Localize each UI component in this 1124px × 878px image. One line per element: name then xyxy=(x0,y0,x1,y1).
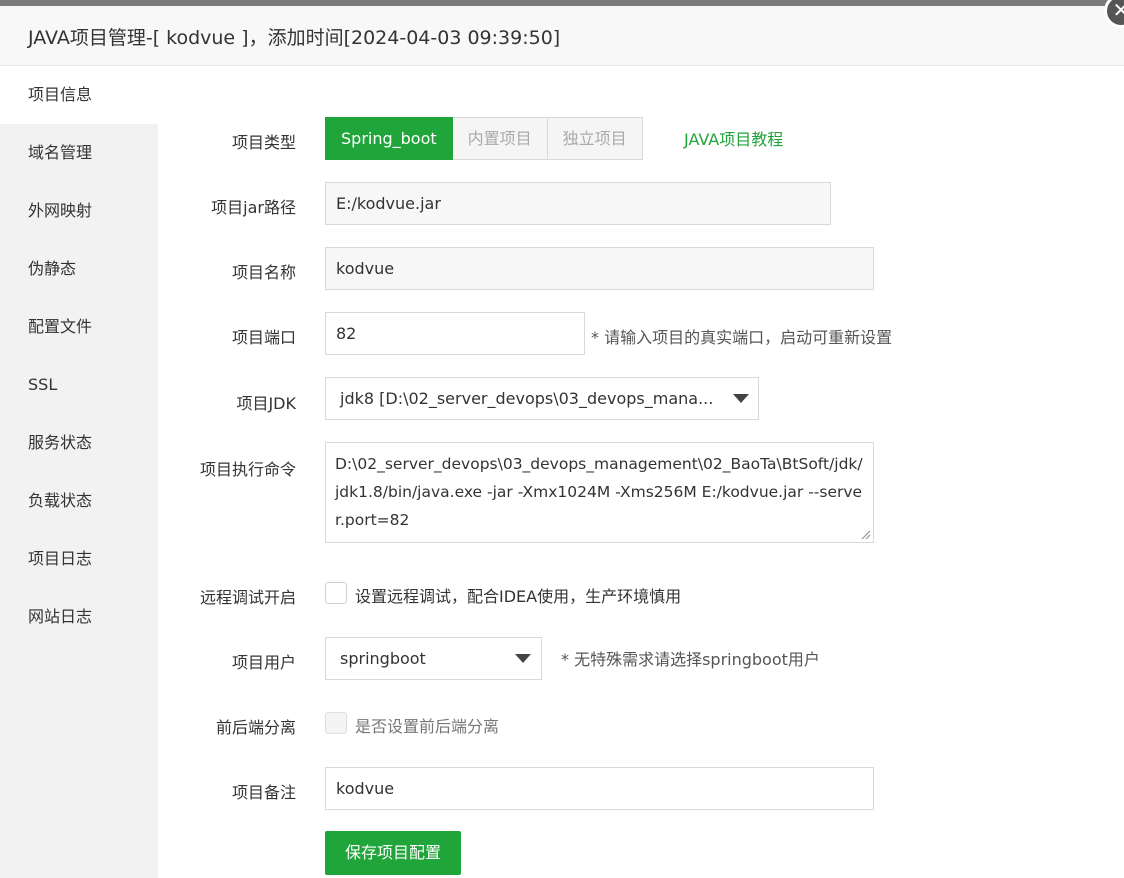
user-select[interactable]: springboot xyxy=(325,637,542,680)
sidebar-item-external-mapping[interactable]: 外网映射 xyxy=(0,182,158,240)
project-type-group: Spring_boot 内置项目 独立项目 xyxy=(325,117,643,160)
sidebar-item-project-log[interactable]: 项目日志 xyxy=(0,530,158,588)
project-name-label: 项目名称 xyxy=(231,263,296,282)
resize-handle-icon[interactable] xyxy=(861,530,871,540)
exec-command-text: D:\02_server_devops\03_devops_management… xyxy=(335,455,863,529)
window-title: JAVA项目管理-[ kodvue ]，添加时间[2024-04-03 09:3… xyxy=(28,27,561,49)
java-tutorial-link[interactable]: JAVA项目教程 xyxy=(684,126,783,150)
sidebar-item-load-status[interactable]: 负载状态 xyxy=(0,472,158,530)
sidebar-item-domain[interactable]: 域名管理 xyxy=(0,124,158,182)
project-remark-label: 项目备注 xyxy=(231,783,296,802)
exec-command-label: 项目执行命令 xyxy=(199,460,296,479)
jar-path-input[interactable]: E:/kodvue.jar xyxy=(325,182,831,225)
project-type-label: 项目类型 xyxy=(231,133,296,152)
sidebar-item-site-log[interactable]: 网站日志 xyxy=(0,588,158,646)
sidebar-nav: 项目信息 域名管理 外网映射 伪静态 配置文件 SSL 服务状态 负载状态 项目… xyxy=(0,66,158,878)
jar-path-label: 项目jar路径 xyxy=(211,198,296,217)
chevron-down-icon xyxy=(733,394,749,403)
sidebar-item-ssl[interactable]: SSL xyxy=(0,356,158,414)
port-hint: * 请输入项目的真实端口，启动可重新设置 xyxy=(591,328,893,347)
separate-label: 前后端分离 xyxy=(215,718,296,737)
remote-debug-text: 设置远程调试，配合IDEA使用，生产环境慎用 xyxy=(355,587,682,606)
separate-text: 是否设置前后端分离 xyxy=(355,717,500,736)
exec-command-textarea[interactable]: D:\02_server_devops\03_devops_management… xyxy=(325,442,874,543)
sidebar-item-rewrite[interactable]: 伪静态 xyxy=(0,240,158,298)
separate-checkbox[interactable] xyxy=(325,712,347,734)
sidebar-item-config-file[interactable]: 配置文件 xyxy=(0,298,158,356)
remote-debug-checkbox[interactable] xyxy=(325,582,347,604)
chevron-down-icon xyxy=(515,654,531,663)
project-remark-input[interactable]: kodvue xyxy=(325,767,874,810)
type-builtin-button[interactable]: 内置项目 xyxy=(452,117,548,160)
project-jdk-label: 项目JDK xyxy=(236,394,296,413)
type-standalone-button[interactable]: 独立项目 xyxy=(547,117,643,160)
project-port-input[interactable]: 82 xyxy=(325,312,585,355)
jdk-select[interactable]: jdk8 [D:\02_server_devops\03_devops_mana… xyxy=(325,377,759,420)
sidebar-item-project-info[interactable]: 项目信息 xyxy=(0,66,158,124)
jdk-select-value: jdk8 [D:\02_server_devops\03_devops_mana… xyxy=(340,389,714,408)
user-hint: * 无特殊需求请选择springboot用户 xyxy=(561,650,820,669)
sidebar-item-service-status[interactable]: 服务状态 xyxy=(0,414,158,472)
save-config-button[interactable]: 保存项目配置 xyxy=(325,831,461,875)
project-port-label: 项目端口 xyxy=(231,328,296,347)
project-user-label: 项目用户 xyxy=(231,653,296,672)
remote-debug-label: 远程调试开启 xyxy=(199,588,296,607)
project-name-input[interactable]: kodvue xyxy=(325,247,874,290)
type-spring-boot-button[interactable]: Spring_boot xyxy=(325,117,453,160)
title-bar: JAVA项目管理-[ kodvue ]，添加时间[2024-04-03 09:3… xyxy=(0,6,1124,66)
user-select-value: springboot xyxy=(340,649,426,668)
